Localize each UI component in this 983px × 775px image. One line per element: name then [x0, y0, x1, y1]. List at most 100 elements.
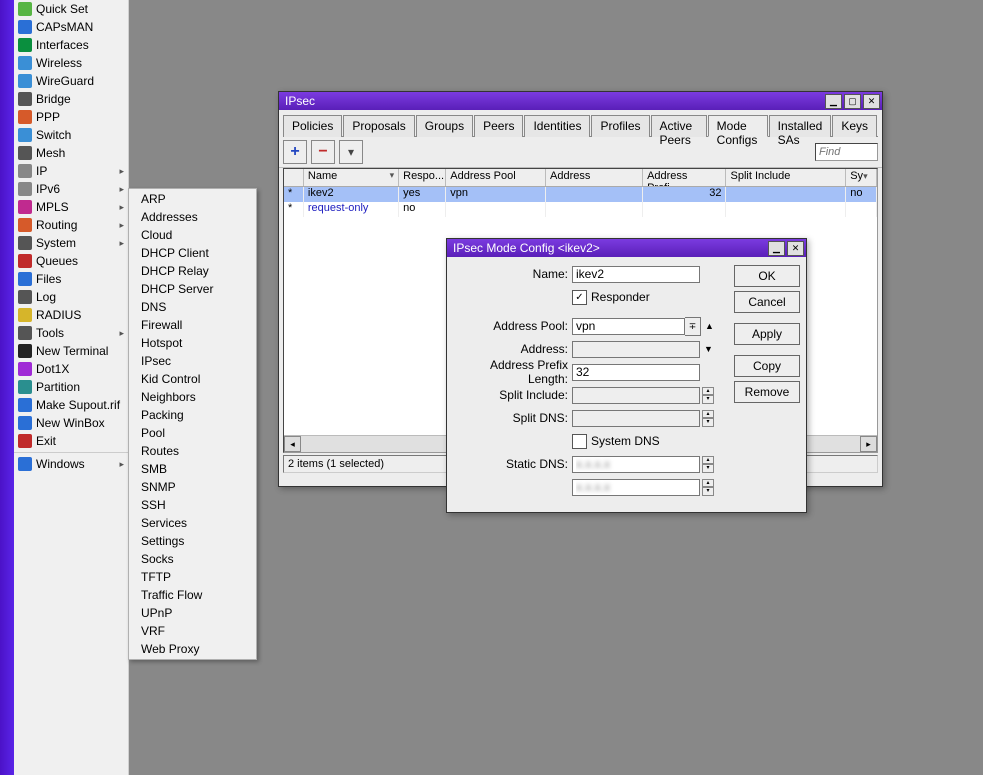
close-icon[interactable]: ✕: [787, 241, 804, 256]
submenu-item-kid-control[interactable]: Kid Control: [129, 370, 256, 388]
column-header[interactable]: Address Pool: [446, 169, 546, 186]
column-header[interactable]: Address: [546, 169, 643, 186]
tab-proposals[interactable]: Proposals: [343, 115, 414, 137]
minimize-icon[interactable]: ▁: [825, 94, 842, 109]
static-dns-stepper-1[interactable]: ▴▾: [702, 456, 714, 473]
prefix-length-input[interactable]: [572, 364, 700, 381]
sidebar-item-log[interactable]: Log: [14, 288, 128, 306]
tab-groups[interactable]: Groups: [416, 115, 473, 137]
submenu-item-routes[interactable]: Routes: [129, 442, 256, 460]
sidebar-item-switch[interactable]: Switch: [14, 126, 128, 144]
submenu-item-socks[interactable]: Socks: [129, 550, 256, 568]
scroll-left-icon[interactable]: ◂: [284, 436, 301, 452]
tab-profiles[interactable]: Profiles: [591, 115, 649, 137]
column-header[interactable]: Address Prefi...: [643, 169, 726, 186]
sidebar-item-new-winbox[interactable]: New WinBox: [14, 414, 128, 432]
copy-button[interactable]: Copy: [734, 355, 800, 377]
submenu-item-upnp[interactable]: UPnP: [129, 604, 256, 622]
sidebar-item-exit[interactable]: Exit: [14, 432, 128, 450]
sidebar-item-wireguard[interactable]: WireGuard: [14, 72, 128, 90]
table-row[interactable]: *ikev2yesvpn32no: [284, 187, 877, 202]
expand-down-icon[interactable]: ▼: [704, 344, 713, 354]
submenu-item-traffic-flow[interactable]: Traffic Flow: [129, 586, 256, 604]
submenu-item-addresses[interactable]: Addresses: [129, 208, 256, 226]
submenu-item-neighbors[interactable]: Neighbors: [129, 388, 256, 406]
submenu-item-ssh[interactable]: SSH: [129, 496, 256, 514]
add-button[interactable]: +: [283, 140, 307, 164]
ipsec-titlebar[interactable]: IPsec ▁ ▢ ✕: [279, 92, 882, 110]
submenu-item-ipsec[interactable]: IPsec: [129, 352, 256, 370]
sidebar-item-dot1x[interactable]: Dot1X: [14, 360, 128, 378]
sidebar-item-bridge[interactable]: Bridge: [14, 90, 128, 108]
sidebar-item-mesh[interactable]: Mesh: [14, 144, 128, 162]
sidebar-item-ppp[interactable]: PPP: [14, 108, 128, 126]
table-row[interactable]: *request-onlyno: [284, 202, 877, 217]
submenu-item-firewall[interactable]: Firewall: [129, 316, 256, 334]
sidebar-item-files[interactable]: Files: [14, 270, 128, 288]
sidebar-item-radius[interactable]: RADIUS: [14, 306, 128, 324]
ok-button[interactable]: OK: [734, 265, 800, 287]
column-header[interactable]: Respo...: [399, 169, 446, 186]
submenu-item-cloud[interactable]: Cloud: [129, 226, 256, 244]
sidebar-item-routing[interactable]: Routing ▸: [14, 216, 128, 234]
split-dns-stepper[interactable]: ▴▾: [702, 410, 714, 427]
system-dns-checkbox[interactable]: [572, 434, 587, 449]
column-header[interactable]: Sy▾: [846, 169, 877, 186]
sidebar-item-mpls[interactable]: MPLS ▸: [14, 198, 128, 216]
expand-up-icon[interactable]: ▲: [705, 321, 714, 331]
modeconf-titlebar[interactable]: IPsec Mode Config <ikev2> ▁ ✕: [447, 239, 806, 257]
submenu-item-services[interactable]: Services: [129, 514, 256, 532]
sidebar-item-quick-set[interactable]: Quick Set: [14, 0, 128, 18]
tab-mode-configs[interactable]: Mode Configs: [708, 115, 768, 137]
sidebar-item-interfaces[interactable]: Interfaces: [14, 36, 128, 54]
submenu-item-smb[interactable]: SMB: [129, 460, 256, 478]
address-input[interactable]: [572, 341, 700, 358]
filter-button[interactable]: ▾: [339, 140, 363, 164]
submenu-item-pool[interactable]: Pool: [129, 424, 256, 442]
find-input[interactable]: [815, 143, 878, 161]
submenu-item-web-proxy[interactable]: Web Proxy: [129, 640, 256, 658]
split-include-stepper[interactable]: ▴▾: [702, 387, 714, 404]
remove-button[interactable]: Remove: [734, 381, 800, 403]
split-include-input[interactable]: [572, 387, 700, 404]
name-input[interactable]: [572, 266, 700, 283]
split-dns-input[interactable]: [572, 410, 700, 427]
submenu-item-arp[interactable]: ARP: [129, 190, 256, 208]
sidebar-item-system[interactable]: System ▸: [14, 234, 128, 252]
tab-identities[interactable]: Identities: [524, 115, 590, 137]
scroll-right-icon[interactable]: ▸: [860, 436, 877, 452]
responder-checkbox[interactable]: ✓: [572, 290, 587, 305]
sidebar-item-make-supout-rif[interactable]: Make Supout.rif: [14, 396, 128, 414]
remove-button[interactable]: −: [311, 140, 335, 164]
submenu-item-packing[interactable]: Packing: [129, 406, 256, 424]
sidebar-item-queues[interactable]: Queues: [14, 252, 128, 270]
static-dns-input-1[interactable]: [572, 456, 700, 473]
column-header[interactable]: Split Include: [726, 169, 846, 186]
submenu-item-dhcp-server[interactable]: DHCP Server: [129, 280, 256, 298]
column-header[interactable]: Name▾: [304, 169, 399, 186]
tab-policies[interactable]: Policies: [283, 115, 342, 137]
static-dns-stepper-2[interactable]: ▴▾: [702, 479, 714, 496]
tab-installed-sas[interactable]: Installed SAs: [769, 115, 832, 137]
apply-button[interactable]: Apply: [734, 323, 800, 345]
static-dns-input-2[interactable]: [572, 479, 700, 496]
minimize-icon[interactable]: ▁: [768, 241, 785, 256]
close-icon[interactable]: ✕: [863, 94, 880, 109]
tab-peers[interactable]: Peers: [474, 115, 523, 137]
maximize-icon[interactable]: ▢: [844, 94, 861, 109]
submenu-item-hotspot[interactable]: Hotspot: [129, 334, 256, 352]
sidebar-item-ip[interactable]: IP ▸: [14, 162, 128, 180]
submenu-item-vrf[interactable]: VRF: [129, 622, 256, 640]
sidebar-item-ipv6[interactable]: IPv6 ▸: [14, 180, 128, 198]
sidebar-item-windows[interactable]: Windows ▸: [14, 455, 128, 473]
submenu-item-dhcp-client[interactable]: DHCP Client: [129, 244, 256, 262]
tab-keys[interactable]: Keys: [832, 115, 877, 137]
dropdown-icon[interactable]: ∓: [685, 317, 701, 336]
submenu-item-snmp[interactable]: SNMP: [129, 478, 256, 496]
submenu-item-settings[interactable]: Settings: [129, 532, 256, 550]
sidebar-item-new-terminal[interactable]: New Terminal: [14, 342, 128, 360]
column-flag[interactable]: [284, 169, 304, 186]
submenu-item-dns[interactable]: DNS: [129, 298, 256, 316]
address-pool-input[interactable]: [572, 318, 685, 335]
submenu-item-tftp[interactable]: TFTP: [129, 568, 256, 586]
